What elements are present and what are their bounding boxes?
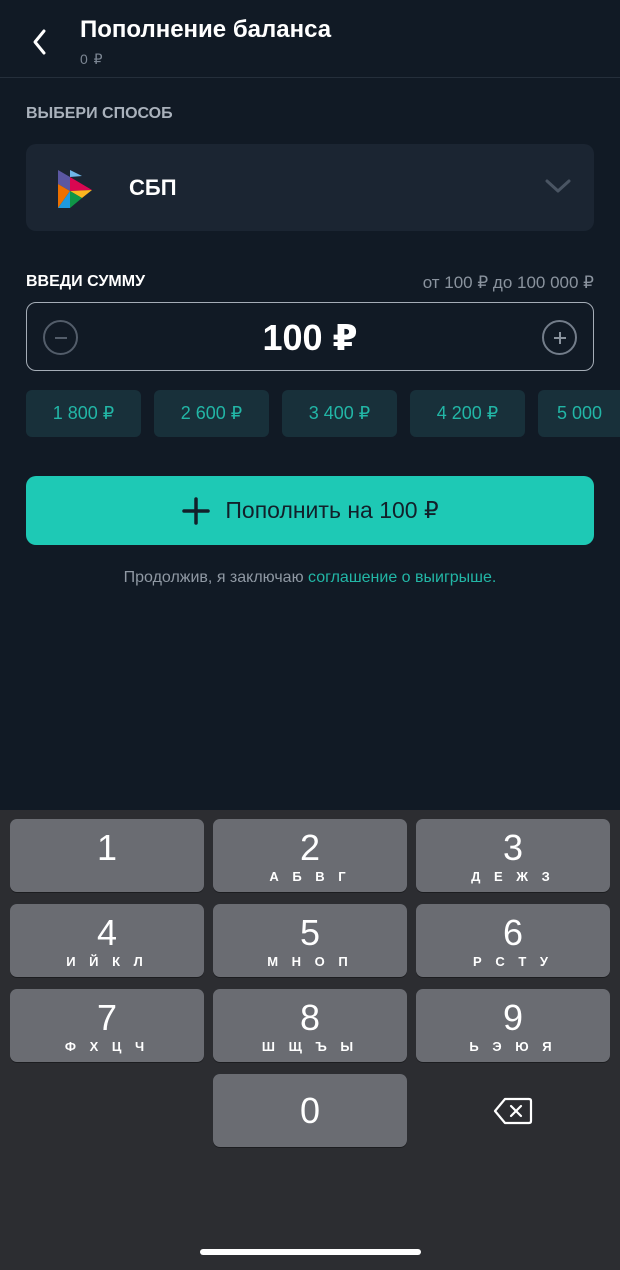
key-9[interactable]: 9 Ь Э Ю Я <box>416 989 610 1062</box>
key-5[interactable]: 5 М Н О П <box>213 904 407 977</box>
key-digit: 7 <box>96 997 118 1038</box>
key-3[interactable]: 3 Д Е Ж З <box>416 819 610 892</box>
key-8[interactable]: 8 Ш Щ Ъ Ы <box>213 989 407 1062</box>
key-digit: 3 <box>502 827 524 868</box>
quick-amount-chip[interactable]: 2 600 ₽ <box>154 390 269 437</box>
home-indicator <box>200 1249 421 1255</box>
amount-section-label: ВВЕДИ СУММУ <box>26 273 146 290</box>
key-4[interactable]: 4 И Й К Л <box>10 904 204 977</box>
key-digit: 4 <box>96 912 118 953</box>
key-letters: М Н О П <box>267 954 353 969</box>
key-digit: 2 <box>299 827 321 868</box>
key-0[interactable]: 0 <box>213 1074 407 1147</box>
back-button[interactable] <box>22 22 58 62</box>
key-letters: И Й К Л <box>66 954 148 969</box>
key-7[interactable]: 7 Ф Х Ц Ч <box>10 989 204 1062</box>
agreement-link[interactable]: соглашение о выигрыше. <box>308 569 496 586</box>
plus-icon <box>553 331 566 344</box>
agreement-text: Продолжив, я заключаю <box>123 569 309 586</box>
key-letters: Ф Х Ц Ч <box>64 1039 150 1054</box>
key-digit: 6 <box>502 912 524 953</box>
key-digit: 0 <box>299 1090 321 1131</box>
key-digit: 5 <box>299 912 321 953</box>
method-section-label: ВЫБЕРИ СПОСОБ <box>26 105 173 122</box>
numeric-keyboard: 1 2 А Б В Г 3 Д Е Ж З 4 И Й К Л 5 М Н О … <box>0 810 620 1270</box>
header: Пополнение баланса 0 ₽ <box>0 0 620 78</box>
key-letters: Р С Т У <box>473 954 553 969</box>
backspace-key[interactable] <box>416 1074 610 1147</box>
key-digit: 1 <box>96 827 118 868</box>
key-1[interactable]: 1 <box>10 819 204 892</box>
chevron-left-icon <box>33 29 46 55</box>
key-letters: Ш Щ Ъ Ы <box>261 1039 359 1054</box>
balance-value: 0 ₽ <box>80 51 104 67</box>
quick-amount-chip[interactable]: 5 000 <box>538 390 620 437</box>
plus-icon <box>182 496 211 525</box>
key-2[interactable]: 2 А Б В Г <box>213 819 407 892</box>
quick-amount-chip[interactable]: 3 400 ₽ <box>282 390 397 437</box>
amount-range-hint: от 100 ₽ до 100 000 ₽ <box>422 273 594 292</box>
quick-amounts: 1 800 ₽ 2 600 ₽ 3 400 ₽ 4 200 ₽ 5 000 <box>26 390 620 438</box>
increase-button[interactable] <box>542 320 577 355</box>
key-digit: 9 <box>502 997 524 1038</box>
key-digit: 8 <box>299 997 321 1038</box>
topup-button-label: Пополнить на 100 ₽ <box>225 497 439 523</box>
sbp-logo-icon <box>58 170 92 208</box>
selected-method-label: СБП <box>129 175 177 200</box>
chevron-down-icon <box>545 179 571 193</box>
amount-value: 100 ₽ <box>262 317 358 358</box>
backspace-icon <box>493 1097 533 1124</box>
quick-amount-chip[interactable]: 1 800 ₽ <box>26 390 141 437</box>
topup-button[interactable]: Пополнить на 100 ₽ <box>26 476 594 545</box>
key-letters: Ь Э Ю Я <box>469 1039 557 1054</box>
agreement-notice: Продолжив, я заключаю соглашение о выигр… <box>0 569 620 587</box>
amount-input[interactable]: 100 ₽ <box>26 302 594 371</box>
quick-amount-chip[interactable]: 4 200 ₽ <box>410 390 525 437</box>
key-letters: Д Е Ж З <box>471 869 555 884</box>
key-6[interactable]: 6 Р С Т У <box>416 904 610 977</box>
key-letters: А Б В Г <box>269 869 351 884</box>
page-title: Пополнение баланса <box>80 16 332 43</box>
payment-method-select[interactable]: СБП <box>26 144 594 231</box>
